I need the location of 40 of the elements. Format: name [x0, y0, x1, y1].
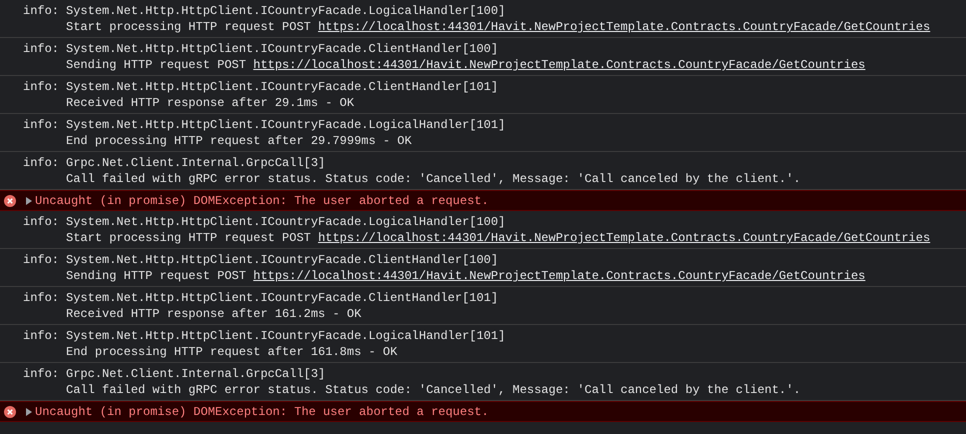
log-message: End processing HTTP request after 161.8ms - OK [66, 344, 398, 360]
log-level: info: [23, 79, 60, 96]
error-message: Uncaught (in promise) DOMException: The user aborted a request. [35, 404, 489, 420]
log-message: Sending HTTP request POST https://localhost:44301/Havit.NewProjectTemplate.Contracts.CountryFacade/GetCountries [66, 268, 866, 284]
request-link[interactable]: https://localhost:44301/Havit.NewProjectTemplate.Contracts.CountryFacade/GetCountries [318, 20, 930, 34]
expand-triangle-icon[interactable] [25, 408, 32, 416]
log-level: info: [23, 252, 60, 269]
log-source: System.Net.Http.HttpClient.ICountryFacade.LogicalHandler[100] [66, 3, 506, 19]
log-level: info: [23, 117, 60, 134]
log-level: info: [23, 290, 60, 307]
request-link[interactable]: https://localhost:44301/Havit.NewProjectTemplate.Contracts.CountryFacade/GetCountries [318, 231, 930, 245]
log-message: Call failed with gRPC error status. Status code: 'Cancelled', Message: 'Call canceled by the client.'. [66, 171, 801, 187]
log-source: Grpc.Net.Client.Internal.GrpcCall[3] [66, 155, 326, 171]
log-level: info: [23, 41, 60, 58]
log-level: info: [23, 155, 60, 172]
log-level: info: [23, 366, 60, 383]
log-message: Sending HTTP request POST https://localhost:44301/Havit.NewProjectTemplate.Contracts.CountryFacade/GetCountries [66, 57, 866, 73]
log-level: info: [23, 214, 60, 231]
log-message: Call failed with gRPC error status. Status code: 'Cancelled', Message: 'Call canceled by the client.'. [66, 382, 801, 398]
log-source: System.Net.Http.HttpClient.ICountryFacade.LogicalHandler[101] [66, 117, 506, 133]
log-message: Received HTTP response after 29.1ms - OK [66, 95, 356, 111]
log-message: Start processing HTTP request POST https://localhost:44301/Havit.NewProjectTemplate.Contracts.CountryFacade/GetCountries [66, 19, 930, 35]
expand-triangle-icon[interactable] [25, 196, 32, 204]
log-source: System.Net.Http.HttpClient.ICountryFacade.ClientHandler[100] [66, 41, 500, 57]
log-source: System.Net.Http.HttpClient.ICountryFacade.ClientHandler[100] [66, 252, 500, 268]
error-message: Uncaught (in promise) DOMException: The user aborted a request. [35, 192, 489, 208]
log-source: System.Net.Http.HttpClient.ICountryFacade.ClientHandler[101] [66, 79, 498, 95]
log-message: Received HTTP response after 161.2ms - OK [66, 306, 362, 322]
log-message: Start processing HTTP request POST https://localhost:44301/Havit.NewProjectTemplate.Contracts.CountryFacade/GetCountries [66, 230, 930, 246]
error-icon [4, 406, 16, 418]
log-source: Grpc.Net.Client.Internal.GrpcCall[3] [66, 366, 326, 382]
log-level: info: [23, 328, 60, 345]
log-source: System.Net.Http.HttpClient.ICountryFacade.LogicalHandler[100] [66, 214, 506, 230]
request-link[interactable]: https://localhost:44301/Havit.NewProjectTemplate.Contracts.CountryFacade/GetCountries [253, 269, 866, 283]
request-link[interactable]: https://localhost:44301/Havit.NewProjectTemplate.Contracts.CountryFacade/GetCountries [253, 58, 866, 72]
log-level: info: [23, 3, 60, 20]
error-icon [4, 194, 16, 206]
log-message: End processing HTTP request after 29.7999ms - OK [66, 133, 413, 149]
log-source: System.Net.Http.HttpClient.ICountryFacade.LogicalHandler[101] [66, 328, 506, 344]
log-source: System.Net.Http.HttpClient.ICountryFacade.ClientHandler[101] [66, 290, 498, 306]
